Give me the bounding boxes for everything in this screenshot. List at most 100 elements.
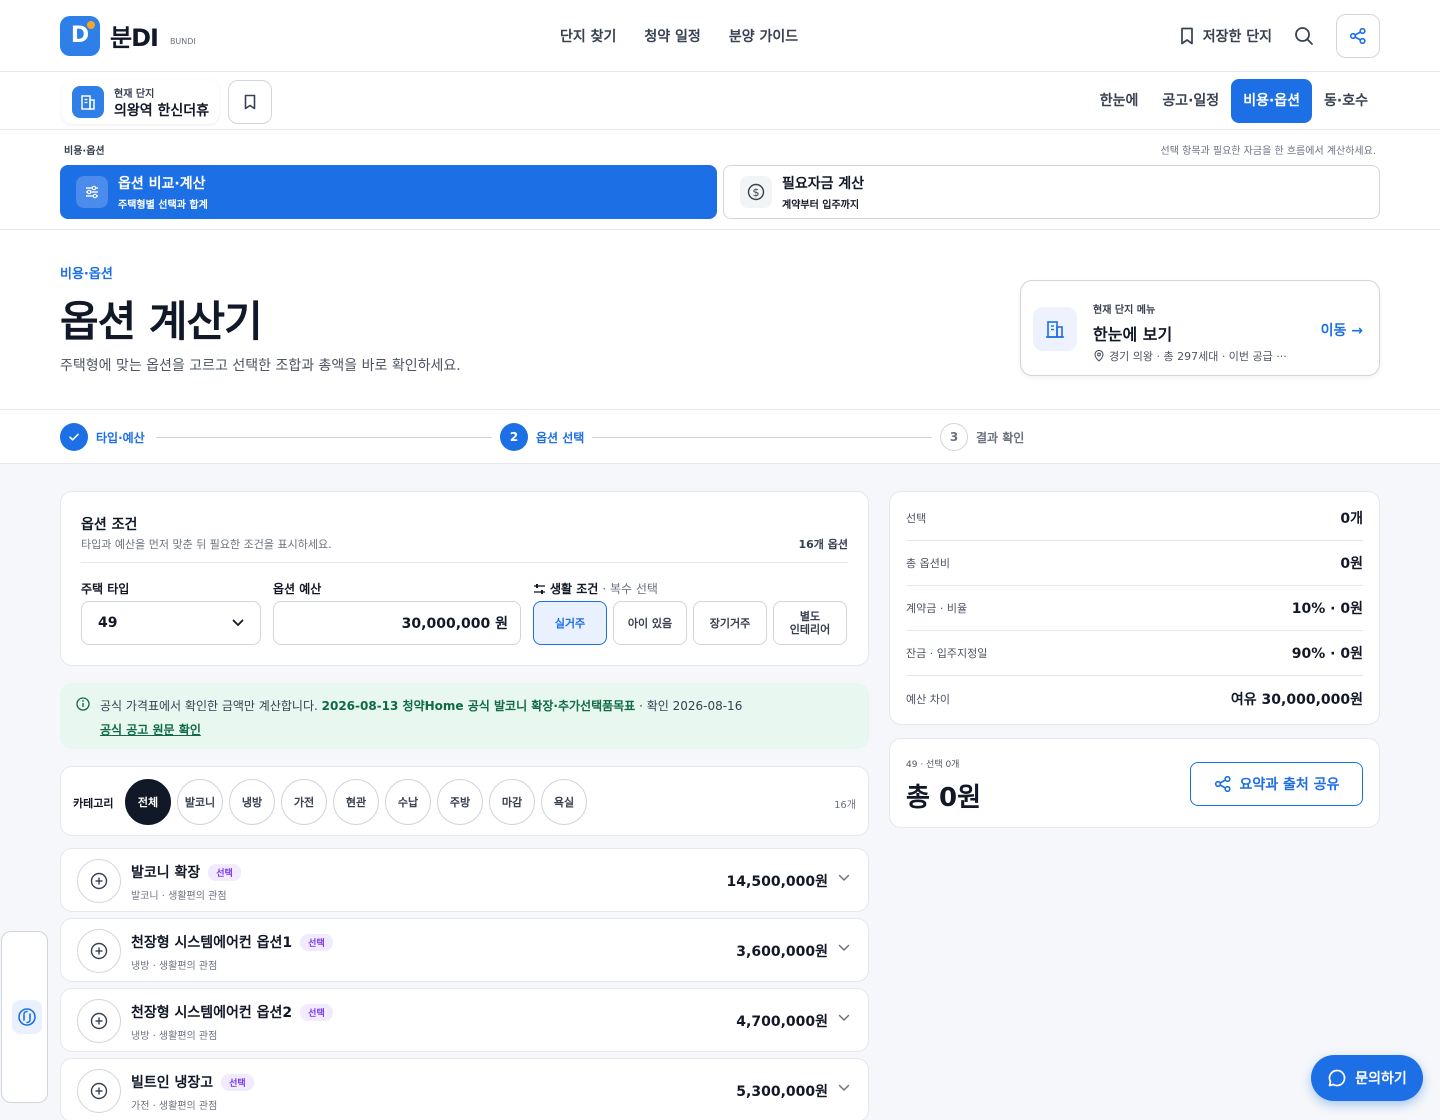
sliders-icon	[76, 176, 108, 208]
notice-text: 공식 가격표에서 확인한 금액만 계산합니다. 2026-08-13 청약Hom…	[100, 697, 742, 714]
chevron-down-icon[interactable]	[838, 1014, 850, 1022]
page-title: 옵션 계산기	[60, 297, 263, 346]
category-filter: 카테고리 전체 발코니 냉방 가전 현관 수납 주방 마감 욕실 16개	[60, 766, 869, 836]
category-finish[interactable]: 마감	[489, 779, 535, 825]
step-type-budget[interactable]: 타입·예산	[60, 423, 145, 451]
tab-notice-schedule[interactable]: 공고·일정	[1150, 79, 1231, 123]
plus-circle-icon	[90, 1012, 108, 1030]
nav-item-complex-search[interactable]: 단지 찾기	[560, 26, 616, 46]
plus-circle-icon	[90, 872, 108, 890]
sliders-icon	[534, 583, 545, 594]
nav-item-guide[interactable]: 분양 가이드	[729, 26, 798, 46]
chip-owner-occupied[interactable]: 실거주	[533, 601, 607, 645]
category-kitchen[interactable]: 주방	[437, 779, 483, 825]
notice-date: · 확인 2026-08-16	[639, 699, 743, 713]
budget-input[interactable]: 30,000,000 원	[273, 601, 521, 645]
option-row[interactable]: 빌트인 냉장고 선택 가전 · 생활편의 관점 5,300,000원	[60, 1058, 869, 1120]
chevron-down-icon[interactable]	[838, 874, 850, 882]
hero-kicker: 비용·옵션	[60, 267, 113, 282]
logo[interactable]: D 분DI BUNDI	[60, 15, 196, 56]
share-summary-button[interactable]: 요약과 출처 공유	[1190, 762, 1363, 806]
add-option-button[interactable]	[77, 1069, 121, 1113]
menu-card-go-link[interactable]: 이동 →	[1321, 320, 1363, 340]
option-badge: 선택	[300, 1003, 333, 1021]
category-label: 카테고리	[73, 797, 114, 810]
complex-menu-card[interactable]: 현재 단지 메뉴 한눈에 보기 경기 의왕 · 총 297세대 · 이번 공급 …	[1020, 280, 1380, 376]
add-option-button[interactable]	[77, 999, 121, 1043]
share-icon	[1214, 775, 1231, 793]
option-conditions-panel: 옵션 조건 타입과 예산을 먼저 맞춘 뒤 필요한 조건을 표시하세요. 16개…	[60, 491, 869, 666]
total-meta: 49 · 선택 0개	[906, 760, 960, 770]
logo-mark: D	[60, 15, 100, 56]
saved-complexes-link[interactable]: 저장한 단지	[1179, 26, 1272, 46]
search-icon[interactable]	[1294, 26, 1314, 46]
budget-label: 옵션 예산	[273, 582, 322, 596]
notice-pre: 공식 가격표에서 확인한 금액만 계산합니다.	[100, 699, 318, 713]
summary-value: 90% · 0원	[1291, 646, 1363, 662]
info-icon	[76, 697, 90, 711]
chevron-down-icon[interactable]	[838, 1084, 850, 1092]
share-button[interactable]	[1336, 14, 1380, 58]
category-cooling[interactable]: 냉방	[229, 779, 275, 825]
main-nav: 단지 찾기 청약 일정 분양 가이드	[560, 0, 798, 72]
total-amount: 총 0원	[906, 783, 981, 813]
tab-overview[interactable]: 한눈에	[1088, 79, 1151, 123]
category-all[interactable]: 전체	[125, 779, 171, 825]
option-price: 3,600,000원	[736, 944, 828, 960]
house-type-select[interactable]: 49	[81, 601, 261, 645]
summary-row-deposit: 계약금 · 비율 10% · 0원	[906, 586, 1363, 631]
complex-tabs: 한눈에 공고·일정 비용·옵션 동·호수	[1088, 79, 1380, 123]
option-price: 4,700,000원	[736, 1014, 828, 1030]
chip-with-children[interactable]: 아이 있음	[613, 601, 687, 645]
chat-bubble-icon	[1328, 1069, 1346, 1087]
option-row[interactable]: 천장형 시스템에어컨 옵션1 선택 냉방 · 생활편의 관점 3,600,000원	[60, 918, 869, 982]
add-option-button[interactable]	[77, 929, 121, 973]
tab-funds-calculator[interactable]: $ 필요자금 계산 계약부터 입주까지	[723, 165, 1380, 219]
summary-panel: 선택 0개 총 옵션비 0원 계약금 · 비율 10% · 0원 잔금 · 입주지정일…	[889, 491, 1380, 725]
step-label: 결과 확인	[976, 430, 1025, 445]
category-entrance[interactable]: 현관	[333, 779, 379, 825]
category-appliance[interactable]: 가전	[281, 779, 327, 825]
total-panel: 49 · 선택 0개 총 0원 요약과 출처 공유	[889, 738, 1380, 828]
summary-key: 선택	[906, 512, 927, 525]
inquiry-label: 문의하기	[1355, 1071, 1407, 1087]
option-price: 14,500,000원	[726, 874, 828, 890]
tab-funds-calculator-sub: 계약부터 입주까지	[782, 200, 860, 211]
accessibility-icon[interactable]	[12, 1000, 42, 1034]
option-meta: 발코니 · 생활편의 관점	[131, 891, 227, 902]
share-icon	[1349, 27, 1366, 45]
chip-separate-interior[interactable]: 별도 인테리어	[773, 601, 847, 645]
tab-cost-options[interactable]: 비용·옵션	[1231, 79, 1313, 123]
nav-item-schedule[interactable]: 청약 일정	[644, 26, 700, 46]
building-icon	[1033, 307, 1077, 351]
option-meta: 가전 · 생활편의 관점	[131, 1101, 218, 1112]
summary-row-total-option: 총 옵션비 0원	[906, 541, 1363, 586]
step-label: 타입·예산	[96, 430, 145, 445]
step-result[interactable]: 3 결과 확인	[940, 423, 1024, 451]
option-name: 천장형 시스템에어컨 옵션1	[131, 935, 293, 951]
tab-option-calculator[interactable]: 옵션 비교·계산 주택형별 선택과 합계	[60, 165, 717, 219]
official-notice-link[interactable]: 공식 공고 원문 확인	[100, 721, 201, 738]
category-storage[interactable]: 수납	[385, 779, 431, 825]
menu-card-location-text: 경기 의왕 · 총 297세대 · 이번 공급 ···	[1109, 350, 1287, 363]
current-complex-label: 현재 단지	[114, 88, 155, 100]
summary-key: 잔금 · 입주지정일	[906, 647, 988, 660]
category-balcony[interactable]: 발코니	[177, 779, 223, 825]
option-row[interactable]: 천장형 시스템에어컨 옵션2 선택 냉방 · 생활편의 관점 4,700,000원	[60, 988, 869, 1052]
current-complex-card[interactable]: 현재 단지 의왕역 한신더휴	[62, 80, 220, 124]
summary-row-balance: 잔금 · 입주지정일 90% · 0원	[906, 631, 1363, 676]
option-name: 빌트인 냉장고	[131, 1075, 214, 1091]
step-option-select[interactable]: 2 옵션 선택	[500, 423, 584, 451]
chevron-down-icon[interactable]	[838, 944, 850, 952]
notice-source: 2026-08-13 청약Home 공식 발코니 확장·추가선택품목표	[321, 699, 636, 713]
add-option-button[interactable]	[77, 859, 121, 903]
tab-building-unit[interactable]: 동·호수	[1312, 79, 1380, 123]
category-bathroom[interactable]: 욕실	[541, 779, 587, 825]
dollar-icon: $	[740, 176, 772, 208]
chip-long-term[interactable]: 장기거주	[693, 601, 767, 645]
option-name: 발코니 확장	[131, 865, 201, 881]
option-row[interactable]: 발코니 확장 선택 발코니 · 생활편의 관점 14,500,000원	[60, 848, 869, 912]
inquiry-button[interactable]: 문의하기	[1311, 1055, 1423, 1101]
summary-value: 10% · 0원	[1291, 601, 1363, 617]
bookmark-button[interactable]	[228, 80, 272, 124]
